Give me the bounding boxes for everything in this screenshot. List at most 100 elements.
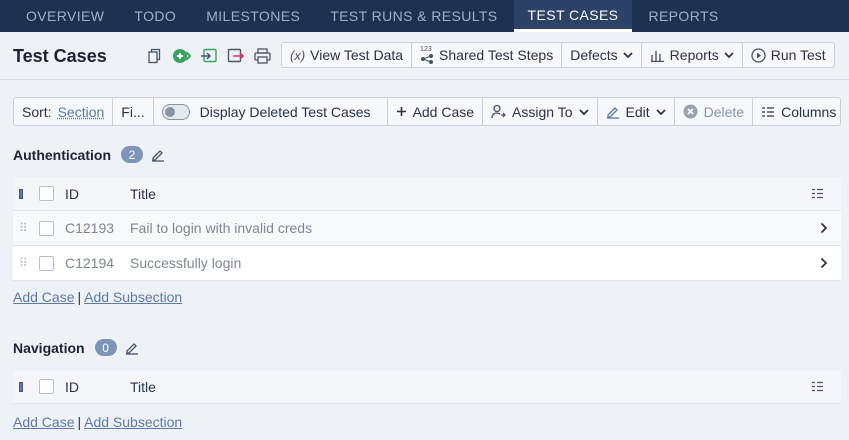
view-test-data-button[interactable]: (x) View Test Data xyxy=(282,43,413,67)
row-checkbox[interactable] xyxy=(39,211,54,245)
column-handle-icon xyxy=(19,188,23,199)
column-options-icon[interactable] xyxy=(811,370,824,403)
sort-control[interactable]: Sort: Section xyxy=(14,98,114,125)
test-case-grid: ID Title ⠿ C12193 Fail to login with inv… xyxy=(13,177,841,281)
chevron-down-icon xyxy=(578,108,589,115)
section-title: Authentication xyxy=(13,146,111,163)
section-title: Navigation xyxy=(13,339,85,356)
pencil-icon xyxy=(606,106,619,119)
cases-toolbar: Sort: Section Fi... Display Deleted Test… xyxy=(13,97,841,126)
filter-label: Fi... xyxy=(121,103,145,120)
import-icon[interactable] xyxy=(198,45,219,66)
column-header-id[interactable]: ID xyxy=(65,370,79,403)
copy-icon[interactable] xyxy=(144,45,165,66)
grid-header: ID Title xyxy=(13,177,841,211)
drag-handle-icon[interactable]: ⠿ xyxy=(19,246,28,280)
test-case-grid: ID Title xyxy=(13,370,841,404)
top-navigation: OVERVIEW TODO MILESTONES TEST RUNS & RES… xyxy=(0,0,849,32)
tab-overview[interactable]: OVERVIEW xyxy=(12,0,118,32)
bar-chart-icon xyxy=(650,50,664,62)
sort-value-link[interactable]: Section xyxy=(58,104,105,120)
plus-icon xyxy=(396,107,406,116)
shared-steps-icon: 123 xyxy=(420,46,434,64)
shared-test-steps-label: Shared Test Steps xyxy=(439,47,554,63)
link-separator: | xyxy=(77,289,82,305)
display-deleted-toggle[interactable]: Display Deleted Test Cases xyxy=(154,98,388,125)
column-header-title[interactable]: Title xyxy=(130,177,156,210)
tab-test-cases[interactable]: TEST CASES xyxy=(513,0,633,32)
assign-user-icon xyxy=(491,104,506,119)
add-case-label: Add Case xyxy=(412,103,475,120)
column-header-id[interactable]: ID xyxy=(65,177,79,210)
toggle-switch[interactable] xyxy=(161,103,190,120)
checkbox-box xyxy=(39,186,54,201)
table-row[interactable]: ⠿ C12194 Successfully login xyxy=(13,246,841,281)
print-icon[interactable] xyxy=(252,45,273,66)
tab-todo[interactable]: TODO xyxy=(120,0,190,32)
variable-icon: (x) xyxy=(290,47,306,63)
export-icon[interactable] xyxy=(225,45,246,66)
chevron-down-icon xyxy=(724,52,734,59)
row-checkbox[interactable] xyxy=(39,246,54,280)
edit-dropdown[interactable]: Edit xyxy=(598,98,675,125)
link-separator: | xyxy=(77,414,82,430)
tab-test-runs-results[interactable]: TEST RUNS & RESULTS xyxy=(316,0,511,32)
play-icon xyxy=(751,47,766,63)
checkbox-box xyxy=(39,220,54,236)
reports-dropdown[interactable]: Reports xyxy=(642,43,743,67)
chevron-down-icon xyxy=(623,52,633,59)
column-resize-handle[interactable] xyxy=(19,177,23,210)
chevron-right-icon[interactable] xyxy=(820,211,828,245)
assign-to-label: Assign To xyxy=(512,103,573,120)
view-test-data-label: View Test Data xyxy=(310,47,404,63)
case-title-link[interactable]: Successfully login xyxy=(130,246,241,280)
edit-label: Edit xyxy=(625,103,650,120)
sort-label: Sort: xyxy=(22,103,52,120)
columns-icon xyxy=(762,106,775,117)
section-header-navigation: Navigation 0 xyxy=(13,339,139,356)
edit-section-icon[interactable] xyxy=(151,148,165,162)
column-header-title[interactable]: Title xyxy=(130,370,156,403)
grid-header: ID Title xyxy=(13,370,841,404)
run-test-button[interactable]: Run Test xyxy=(743,43,834,67)
tab-milestones[interactable]: MILESTONES xyxy=(192,0,314,32)
drag-handle-icon[interactable]: ⠿ xyxy=(19,211,28,245)
section-footer-links: Add Case | Add Subsection xyxy=(13,414,182,430)
select-all-checkbox[interactable] xyxy=(39,177,54,210)
chevron-right-icon[interactable] xyxy=(820,246,828,280)
checkbox-box xyxy=(39,255,54,271)
assign-to-dropdown[interactable]: Assign To xyxy=(483,98,598,125)
add-subsection-link[interactable]: Add Subsection xyxy=(84,289,182,305)
add-case-link[interactable]: Add Case xyxy=(13,414,74,430)
checkbox-box xyxy=(39,379,54,394)
shared-test-steps-button[interactable]: 123 Shared Test Steps xyxy=(412,43,563,67)
column-resize-handle[interactable] xyxy=(19,370,23,403)
tab-reports[interactable]: REPORTS xyxy=(634,0,732,32)
columns-button[interactable]: Columns xyxy=(753,98,844,125)
add-case-button[interactable]: Add Case xyxy=(388,98,484,125)
section-count-badge: 2 xyxy=(121,146,143,163)
delete-circle-icon xyxy=(683,104,698,119)
section-count-badge: 0 xyxy=(94,339,117,356)
section-footer-links: Add Case | Add Subsection xyxy=(13,289,182,305)
columns-label: Columns xyxy=(781,103,837,120)
display-deleted-label: Display Deleted Test Cases xyxy=(199,103,371,120)
column-options-icon[interactable] xyxy=(811,177,824,210)
select-all-checkbox[interactable] xyxy=(39,370,54,403)
page-title: Test Cases xyxy=(13,46,107,66)
add-test-run-icon[interactable] xyxy=(171,45,192,66)
edit-section-icon[interactable] xyxy=(125,341,139,355)
table-row[interactable]: ⠿ C12193 Fail to login with invalid cred… xyxy=(13,211,841,246)
case-title-link[interactable]: Fail to login with invalid creds xyxy=(130,211,312,245)
run-test-label: Run Test xyxy=(770,47,826,63)
delete-label: Delete xyxy=(703,103,745,120)
delete-button[interactable]: Delete xyxy=(675,98,754,125)
defects-label: Defects xyxy=(570,47,618,63)
filter-control[interactable]: Fi... xyxy=(113,98,154,125)
add-subsection-link[interactable]: Add Subsection xyxy=(84,414,182,430)
section-header-authentication: Authentication 2 xyxy=(13,146,165,163)
column-handle-icon xyxy=(19,381,23,392)
page-header: Test Cases (x) View Test Data 123 Shared xyxy=(0,32,849,80)
defects-dropdown[interactable]: Defects xyxy=(562,43,642,67)
add-case-link[interactable]: Add Case xyxy=(13,289,74,305)
